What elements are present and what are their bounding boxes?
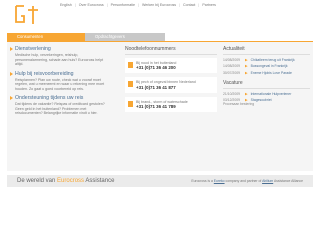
emergency-box: Bij nood in het buitenland +31 (0)71 36 … [125, 58, 217, 74]
news-title: Eneme Hjobis Love Parade [250, 70, 292, 75]
footer-tagline: De wereld van Eurocross Assistance [17, 178, 114, 184]
vacancy-heading: Vacature [223, 80, 310, 89]
service-text: Dat tijdens de vakantie? Reispas of cred… [15, 102, 105, 115]
service-item: Ondersteuning tijdens uw reis Dat tijden… [10, 95, 112, 116]
bullet-arrow-icon [10, 47, 13, 51]
service-title-link[interactable]: Ondersteuning tijdens uw reis [10, 95, 112, 101]
news-column: Actualiteit 14/08/2009 ▶ Chikatleem teru… [223, 46, 310, 108]
service-text: Medische hulp, verzekeringen, reishulp, … [15, 53, 104, 66]
tagline-prefix: De wereld van [17, 178, 56, 184]
nav-personformatie[interactable]: Personformatie [111, 3, 135, 7]
news-title: Chikatleem terug uit Frankrijk [250, 58, 295, 62]
abilium-link[interactable]: Abilium [262, 179, 273, 183]
nav-separator: | [74, 3, 76, 7]
news-date: 14/08/2009 [223, 64, 240, 69]
service-item: Dienstverlening Medische hulp, verzekeri… [10, 46, 112, 67]
emergency-box: Bij pech of ongeval binnen Nederland +31… [125, 77, 217, 93]
news-heading: Actualiteit [223, 46, 310, 55]
nav-separator: | [179, 3, 180, 7]
note-middle: company and partner of [225, 179, 262, 183]
bullet-arrow-icon [10, 71, 13, 76]
emergency-heading: Noodtelefoonnummers [125, 46, 217, 55]
nav-partners[interactable]: Partners [202, 3, 216, 7]
bullet-arrow-icon [10, 96, 13, 100]
nav-separator: | [106, 3, 108, 7]
phone-icon [128, 100, 133, 107]
tagline-suffix: Assistance [85, 178, 115, 184]
note-suffix: Assistance Alliance [273, 179, 303, 183]
news-item[interactable]: 30/07/2009 ▶ Eneme Hjobis Love Parade [223, 71, 310, 75]
emergency-box: Bij brand-, storm of waterschade +31 (0)… [125, 96, 217, 113]
news-title: Bussongeval in Frankrijk [250, 64, 288, 69]
service-title: Hulp bij reisvoorbereiding [15, 70, 74, 77]
news-date: 14/08/2009 [223, 58, 240, 62]
footer-bar: De wereld van Eurocross Assistance Euroc… [7, 175, 313, 187]
nav-separator: | [198, 3, 200, 7]
tab-consumenten[interactable]: Consumenten [7, 33, 85, 41]
service-title-link[interactable]: Dienstverlening [10, 46, 112, 52]
main-panel: Dienstverlening Medische hulp, verzekeri… [7, 41, 313, 171]
nav-werken-bij[interactable]: Werken bij Eurocross [142, 3, 176, 7]
arrow-right-icon: ▶ [245, 64, 248, 69]
nav-english[interactable]: English [60, 3, 72, 7]
nav-contact[interactable]: Contact [183, 3, 195, 7]
eureko-link[interactable]: Eureko [214, 179, 225, 183]
service-item: Hulp bij reisvoorbereiding Reisplannen? … [10, 71, 112, 92]
vacancy-subtitle: Procesaan bestering [223, 101, 255, 106]
service-title-link[interactable]: Hulp bij reisvoorbereiding [10, 71, 112, 77]
emergency-number: +31 (0)71 36 41 789 [136, 104, 176, 110]
nav-over-eurocross[interactable]: Over Eurocross [79, 3, 104, 7]
arrow-right-icon: ▶ [245, 58, 248, 62]
audience-tabs: Consumenten Opdrachtgevers [7, 33, 165, 41]
eurocross-logo[interactable] [14, 4, 40, 26]
news-item[interactable]: 14/08/2009 ▶ Chikatleem terug uit Frankr… [223, 58, 310, 62]
emergency-number: +31 (0)71 36 46 200 [136, 65, 176, 71]
vacancy-date: 21/10/2009 [223, 91, 240, 96]
service-text: Reisplannen? Plan uw route, check wat u … [15, 77, 105, 91]
top-navigation: English | Over Eurocross | Personformati… [60, 3, 320, 7]
arrow-right-icon: ▶ [245, 70, 248, 75]
tab-opdrachtgevers[interactable]: Opdrachtgevers [85, 33, 165, 41]
vacancy-title: Internationale Hulpverlener [250, 91, 292, 96]
footer-note: Eurocross is a Eureko company and partne… [191, 179, 303, 183]
phone-icon [128, 81, 133, 88]
service-title: Dienstverlening [15, 46, 51, 52]
tagline-brand: Eurocross [57, 178, 85, 184]
news-date: 30/07/2009 [223, 70, 240, 75]
emergency-numbers-column: Noodtelefoonnummers Bij nood in het buit… [125, 46, 217, 116]
service-title: Ondersteuning tijdens uw reis [15, 95, 84, 101]
phone-icon [128, 62, 133, 68]
nav-separator: | [138, 3, 139, 7]
arrow-right-icon: ▶ [245, 91, 248, 96]
services-column: Dienstverlening Medische hulp, verzekeri… [10, 46, 112, 120]
vacancy-item[interactable]: 21/10/2009 ▶ Internationale Hulpverlener [223, 92, 310, 96]
emergency-number: +31 (0)71 36 41 877 [136, 84, 176, 90]
news-item[interactable]: 14/08/2009 ▶ Bussongeval in Frankrijk [223, 64, 310, 68]
note-prefix: Eurocross is a [191, 179, 213, 183]
